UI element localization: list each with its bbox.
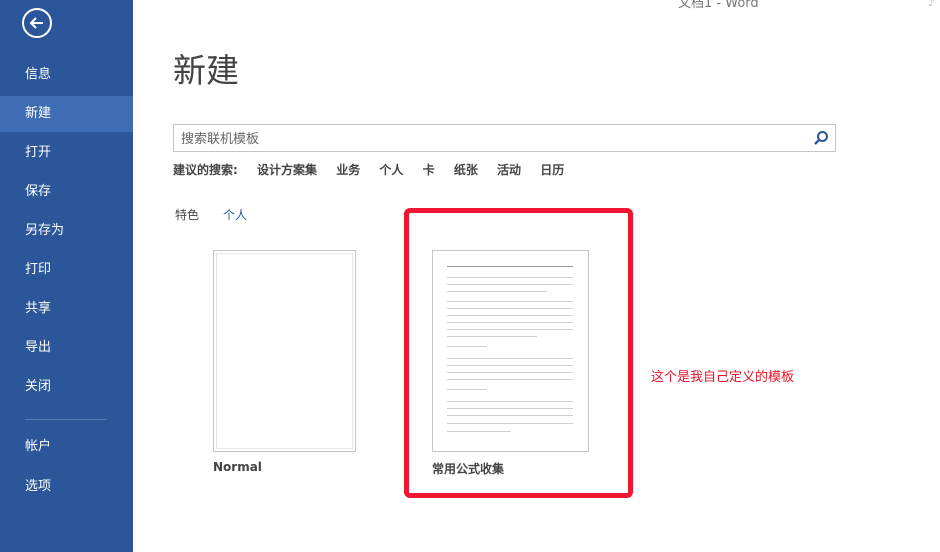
back-button[interactable] — [22, 8, 52, 38]
search-icon[interactable] — [813, 130, 829, 146]
sidebar-item-share[interactable]: 共享 — [0, 291, 133, 327]
search-box — [173, 124, 836, 153]
suggested-item[interactable]: 活动 — [497, 163, 521, 177]
search-input[interactable] — [174, 125, 813, 153]
sidebar-item-export[interactable]: 导出 — [0, 330, 133, 366]
template-thumbnail[interactable] — [213, 250, 356, 452]
suggested-item[interactable]: 设计方案集 — [257, 163, 317, 177]
sidebar-item-close[interactable]: 关闭 — [0, 369, 133, 405]
tab-featured[interactable]: 特色 — [175, 206, 199, 223]
window-control-icon[interactable]: ♪ — [928, 0, 934, 9]
blank-page — [216, 253, 353, 449]
suggested-item[interactable]: 个人 — [379, 163, 403, 177]
sidebar-item-info[interactable]: 信息 — [0, 57, 133, 93]
back-arrow-icon — [29, 17, 43, 29]
suggested-item[interactable]: 业务 — [336, 163, 360, 177]
suggested-item[interactable]: 卡 — [423, 163, 435, 177]
annotation-text: 这个是我自己定义的模板 — [651, 370, 795, 385]
suggested-searches: 建议的搜索: 设计方案集 业务 个人 卡 纸张 活动 日历 — [173, 161, 579, 178]
suggested-item[interactable]: 纸张 — [454, 163, 478, 177]
page-title: 新建 — [173, 51, 239, 90]
suggested-item[interactable]: 日历 — [540, 163, 564, 177]
annotation-highlight-box — [404, 208, 633, 498]
sidebar-item-print[interactable]: 打印 — [0, 252, 133, 288]
sidebar-item-save-as[interactable]: 另存为 — [0, 213, 133, 249]
suggested-label: 建议的搜索: — [173, 163, 238, 177]
sidebar-divider — [25, 419, 107, 420]
sidebar-item-open[interactable]: 打开 — [0, 135, 133, 171]
sidebar-item-new[interactable]: 新建 — [0, 96, 133, 132]
backstage-sidebar: 信息 新建 打开 保存 另存为 打印 共享 导出 关闭 帐户 选项 — [0, 0, 133, 552]
tab-personal[interactable]: 个人 — [223, 206, 247, 223]
template-name: Normal — [213, 460, 262, 474]
window-title: 文档1 - Word — [678, 0, 759, 11]
sidebar-item-account[interactable]: 帐户 — [0, 429, 133, 465]
sidebar-item-options[interactable]: 选项 — [0, 469, 133, 505]
sidebar-item-save[interactable]: 保存 — [0, 174, 133, 210]
